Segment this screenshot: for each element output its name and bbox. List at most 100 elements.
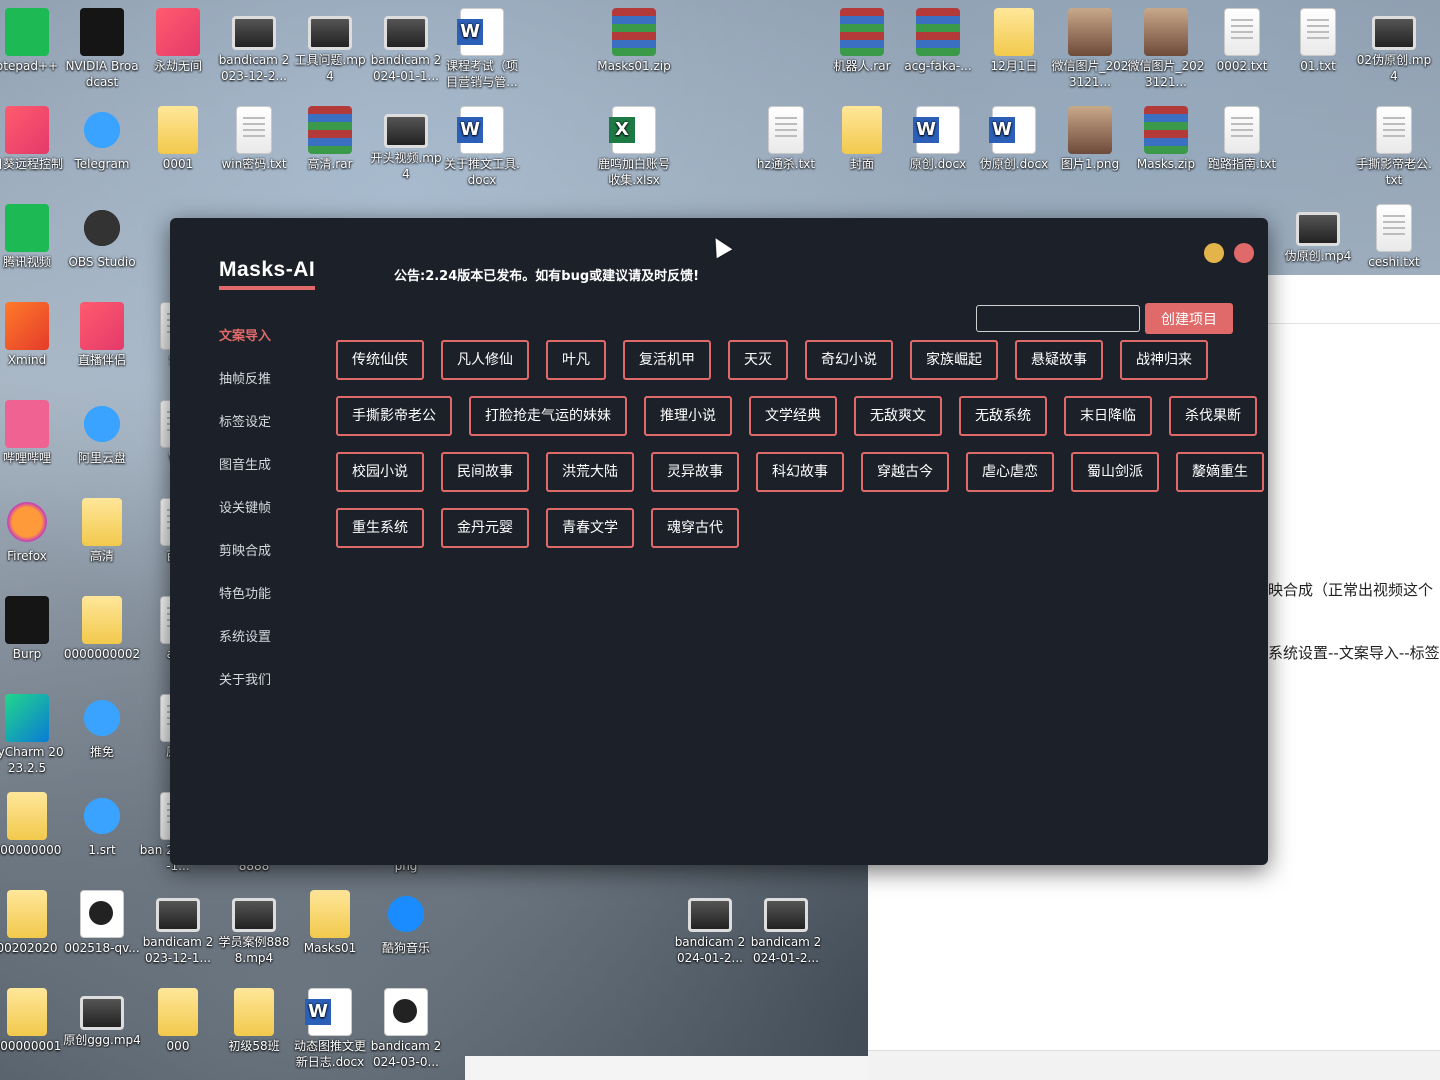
- project-name-input[interactable]: [976, 305, 1140, 332]
- desktop-icon[interactable]: 原创ggg.mp4: [63, 988, 141, 1048]
- desktop-icon[interactable]: 高清: [63, 498, 141, 564]
- desktop-icon[interactable]: 关于推文工具.docx: [443, 106, 521, 188]
- category-tag-button[interactable]: 传统仙侠: [336, 340, 424, 380]
- category-tag-button[interactable]: 奇幻小说: [805, 340, 893, 380]
- desktop-icon[interactable]: hz通杀.txt: [747, 106, 825, 172]
- desktop-icon[interactable]: 阿里云盘: [63, 400, 141, 466]
- desktop-icon[interactable]: ceshi.txt: [1355, 204, 1433, 270]
- desktop-icon[interactable]: Firefox: [0, 498, 66, 564]
- sidebar-item[interactable]: 特色功能: [219, 584, 329, 627]
- category-tag-button[interactable]: 虐心虐恋: [966, 452, 1054, 492]
- desktop-icon[interactable]: 腾讯视频: [0, 204, 66, 270]
- desktop-icon[interactable]: 002518-qv...: [63, 890, 141, 956]
- desktop-icon[interactable]: Burp: [0, 596, 66, 662]
- category-tag-button[interactable]: 战神归来: [1120, 340, 1208, 380]
- desktop-icon[interactable]: win密码.txt: [215, 106, 293, 172]
- close-button[interactable]: [1234, 243, 1254, 263]
- desktop-icon[interactable]: 伪原创.mp4: [1279, 204, 1357, 264]
- category-tag-button[interactable]: 嫠嫡重生: [1176, 452, 1264, 492]
- category-tag-button[interactable]: 家族崛起: [910, 340, 998, 380]
- category-tag-button[interactable]: 民间故事: [441, 452, 529, 492]
- desktop-icon[interactable]: bandicam 2024-01-1...: [367, 8, 445, 84]
- category-tag-button[interactable]: 天灭: [728, 340, 788, 380]
- desktop-icon[interactable]: Masks01.zip: [595, 8, 673, 74]
- desktop-icon[interactable]: 02伪原创.mp4: [1355, 8, 1433, 84]
- sidebar-item[interactable]: 文案导入: [219, 326, 329, 369]
- desktop-icon[interactable]: bandicam 2024-03-0...: [367, 988, 445, 1070]
- sidebar-item[interactable]: 标签设定: [219, 412, 329, 455]
- desktop-icon[interactable]: 0000000002: [63, 596, 141, 662]
- desktop-icon[interactable]: 跑路指南.txt: [1203, 106, 1281, 172]
- desktop-icon[interactable]: 动态图推文更新日志.docx: [291, 988, 369, 1070]
- category-tag-button[interactable]: 无敌系统: [959, 396, 1047, 436]
- category-tag-button[interactable]: 蜀山剑派: [1071, 452, 1159, 492]
- desktop-icon[interactable]: 12月1日: [975, 8, 1053, 74]
- desktop-icon[interactable]: bandicam 2023-12-2...: [215, 8, 293, 84]
- category-tag-button[interactable]: 洪荒大陆: [546, 452, 634, 492]
- desktop-icon[interactable]: 课程考试（项目营销与管...: [443, 8, 521, 90]
- category-tag-button[interactable]: 凡人修仙: [441, 340, 529, 380]
- desktop-icon[interactable]: 原创.docx: [899, 106, 977, 172]
- category-tag-button[interactable]: 无敌爽文: [854, 396, 942, 436]
- desktop-icon[interactable]: 永劫无间: [139, 8, 217, 74]
- sidebar-item[interactable]: 抽帧反推: [219, 369, 329, 412]
- desktop-icon[interactable]: 微信图片_2023121...: [1051, 8, 1129, 90]
- desktop-icon[interactable]: bandicam 2023-12-1...: [139, 890, 217, 966]
- category-tag-button[interactable]: 末日降临: [1064, 396, 1152, 436]
- desktop-icon[interactable]: 000: [139, 988, 217, 1054]
- desktop-icon[interactable]: 机器人.rar: [823, 8, 901, 74]
- category-tag-button[interactable]: 叶凡: [546, 340, 606, 380]
- category-tag-button[interactable]: 校园小说: [336, 452, 424, 492]
- desktop-icon[interactable]: acg-faka-...: [899, 8, 977, 74]
- desktop-icon[interactable]: 0001: [139, 106, 217, 172]
- category-tag-button[interactable]: 科幻故事: [756, 452, 844, 492]
- desktop-icon[interactable]: bandicam 2024-01-2...: [747, 890, 825, 966]
- category-tag-button[interactable]: 推理小说: [644, 396, 732, 436]
- desktop-icon[interactable]: 高清.rar: [291, 106, 369, 172]
- desktop-icon[interactable]: 直播伴侣: [63, 302, 141, 368]
- desktop-icon[interactable]: 哔哩哔哩: [0, 400, 66, 466]
- desktop-icon[interactable]: 1.srt: [63, 792, 141, 858]
- sidebar-item[interactable]: 设关键帧: [219, 498, 329, 541]
- desktop-icon[interactable]: 000000001: [0, 988, 66, 1054]
- category-tag-button[interactable]: 悬疑故事: [1015, 340, 1103, 380]
- category-tag-button[interactable]: 穿越古今: [861, 452, 949, 492]
- desktop-icon[interactable]: 学员案例8888.mp4: [215, 890, 293, 966]
- desktop-icon[interactable]: otepad++: [0, 8, 66, 74]
- desktop-icon[interactable]: 鹿鸣加白账号收集.xlsx: [595, 106, 673, 188]
- desktop-icon[interactable]: Telegram: [63, 106, 141, 172]
- desktop-icon[interactable]: 封面: [823, 106, 901, 172]
- desktop-icon[interactable]: 图片1.png: [1051, 106, 1129, 172]
- desktop-icon[interactable]: Masks.zip: [1127, 106, 1205, 172]
- category-tag-button[interactable]: 复活机甲: [623, 340, 711, 380]
- desktop-icon[interactable]: 推免: [63, 694, 141, 760]
- desktop-icon[interactable]: 微信图片_2023121...: [1127, 8, 1205, 90]
- desktop-icon[interactable]: 000000000: [0, 792, 66, 858]
- desktop-icon[interactable]: 酷狗音乐: [367, 890, 445, 956]
- desktop-icon[interactable]: 初级58班: [215, 988, 293, 1054]
- desktop-icon[interactable]: 00202020: [0, 890, 66, 956]
- category-tag-button[interactable]: 手撕影帝老公: [336, 396, 452, 436]
- desktop-icon[interactable]: Xmind: [0, 302, 66, 368]
- category-tag-button[interactable]: 青春文学: [546, 508, 634, 548]
- category-tag-button[interactable]: 魂穿古代: [651, 508, 739, 548]
- desktop-icon[interactable]: PyCharm 2023.2.5: [0, 694, 66, 776]
- desktop-icon[interactable]: OBS Studio: [63, 204, 141, 270]
- sidebar-item[interactable]: 剪映合成: [219, 541, 329, 584]
- create-project-button[interactable]: 创建项目: [1145, 303, 1233, 334]
- sidebar-item[interactable]: 系统设置: [219, 627, 329, 670]
- category-tag-button[interactable]: 灵异故事: [651, 452, 739, 492]
- desktop-icon[interactable]: 日葵远程控制: [0, 106, 66, 172]
- category-tag-button[interactable]: 重生系统: [336, 508, 424, 548]
- desktop-icon[interactable]: 开头视频.mp4: [367, 106, 445, 182]
- desktop-icon[interactable]: 01.txt: [1279, 8, 1357, 74]
- category-tag-button[interactable]: 打脸抢走气运的妹妹: [469, 396, 627, 436]
- desktop-icon[interactable]: 0002.txt: [1203, 8, 1281, 74]
- category-tag-button[interactable]: 文学经典: [749, 396, 837, 436]
- desktop-icon[interactable]: Masks01: [291, 890, 369, 956]
- category-tag-button[interactable]: 杀伐果断: [1169, 396, 1257, 436]
- desktop-icon[interactable]: 工具问题.mp4: [291, 8, 369, 84]
- category-tag-button[interactable]: 金丹元婴: [441, 508, 529, 548]
- sidebar-item[interactable]: 图音生成: [219, 455, 329, 498]
- desktop-icon[interactable]: 伪原创.docx: [975, 106, 1053, 172]
